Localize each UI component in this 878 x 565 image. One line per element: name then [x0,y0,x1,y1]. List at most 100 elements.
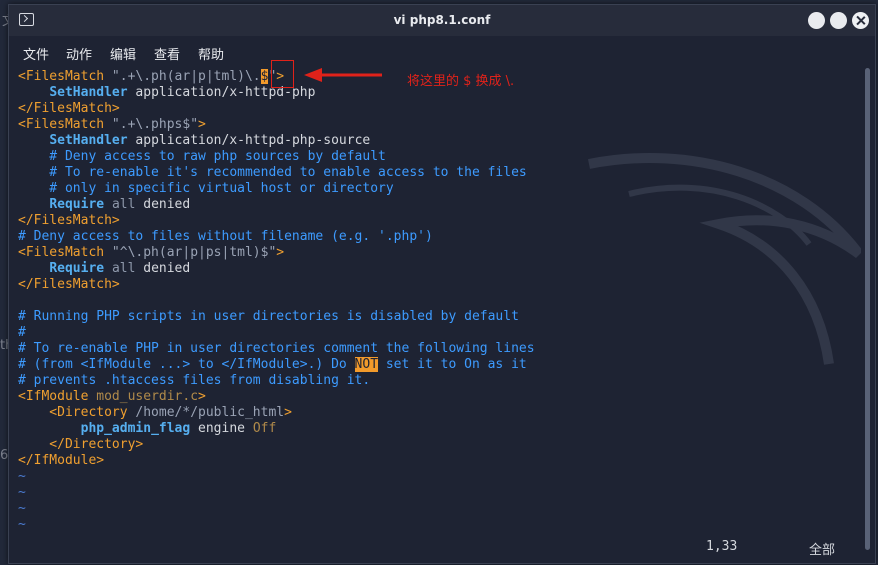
code-token: # (from <IfModule ...> to </IfModule>.) … [18,357,355,372]
code-token: > [284,405,292,420]
cursor-position: 1,33 [706,539,738,554]
scroll-position: 全部 [809,543,836,558]
code-token: > [198,389,206,404]
code-token: SetHandler [49,85,128,100]
code-token: set it to On as it [378,357,527,372]
code-token: ~ [18,501,26,516]
scrollbar-thumb[interactable] [865,68,870,550]
code-token: NOT [354,357,379,372]
kali-dragon-watermark [588,153,861,365]
code-line: # To re-enable it's recommended to enabl… [18,165,527,181]
code-line: </FilesMatch> [18,213,120,229]
code-line: ~ [18,501,26,517]
terminal-content[interactable]: <FilesMatch ".+\.ph(ar|p|tml)\.$"> SetHa… [9,64,861,561]
minimize-button[interactable] [808,12,825,29]
code-line: # only in specific virtual host or direc… [18,181,394,197]
scrollbar[interactable] [861,64,875,561]
code-line: </FilesMatch> [18,277,120,293]
code-token: Require [49,197,105,212]
code-token: Off [252,421,277,436]
code-line: <FilesMatch ".+\.ph(ar|p|tml)\.$"> [18,69,284,85]
menu-help[interactable]: 帮助 [198,44,224,63]
code-token: <FilesMatch [18,69,112,84]
code-token: mod_userdir.c [96,389,199,404]
code-line: <FilesMatch "^\.ph(ar|p|ps|tml)$"> [18,245,284,261]
code-token: /home/*/public_html [135,405,285,420]
annotation-text: 将这里的 $ 换成 \. [407,74,515,89]
code-line: # prevents .htaccess files from disablin… [18,373,370,389]
code-token: all [111,261,136,276]
code-line: ~ [18,517,26,533]
code-token: <IfModule [18,389,97,404]
code-token: ~ [18,517,26,532]
code-line: # Running PHP scripts in user directorie… [18,309,519,325]
code-token: # [18,325,26,340]
code-token: denied [135,261,191,276]
code-token: ~ [18,485,26,500]
code-token: # Deny access to raw php sources by defa… [18,149,386,164]
code-token: application/x-httpd-php-source [127,133,371,148]
code-line: # Deny access to files without filename … [18,229,433,245]
window-title: vi php8.1.conf [393,13,491,27]
code-token: ".+\.phps$" [111,117,199,132]
code-line: Require all denied [18,197,190,213]
menu-view[interactable]: 查看 [154,44,180,63]
code-line: SetHandler application/x-httpd-php-sourc… [18,133,370,149]
code-line: # To re-enable PHP in user directories c… [18,341,535,357]
red-arrow-icon [304,68,382,82]
highlight-box [271,60,294,88]
code-line: Require all denied [18,261,190,277]
close-button[interactable] [852,12,869,29]
code-line: </Directory> [18,437,143,453]
code-token: # Running PHP scripts in user directorie… [18,309,519,324]
code-token: denied [135,197,191,212]
code-token: all [111,197,136,212]
code-line: <Directory /home/*/public_html> [18,405,292,421]
code-token: # To re-enable it's recommended to enabl… [18,165,527,180]
code-line: # [18,325,26,341]
code-token: ".+\.ph(ar|p|tml)\. [111,69,261,84]
code-token: # Deny access to files without filename … [18,229,433,244]
code-token: # only in specific virtual host or direc… [18,181,394,196]
code-token: </IfModule> [18,453,105,468]
code-token: > [198,117,206,132]
code-token: engine [190,421,253,436]
code-line: <FilesMatch ".+\.phps$"> [18,117,206,133]
code-token: SetHandler [49,133,128,148]
titlebar[interactable]: vi php8.1.conf [9,5,875,36]
menu-file[interactable]: 文件 [23,44,49,63]
code-line: </FilesMatch> [18,101,120,117]
code-token: # To re-enable PHP in user directories c… [18,341,535,356]
code-line: ~ [18,485,26,501]
code-token: php_admin_flag [80,421,191,436]
code-token: <FilesMatch [18,245,112,260]
code-line: php_admin_flag engine Off [18,421,277,437]
code-token: </FilesMatch> [18,101,120,116]
menu-action[interactable]: 动作 [66,44,92,63]
menu-edit[interactable]: 编辑 [110,44,136,63]
code-token: # prevents .htaccess files from disablin… [18,373,371,388]
code-token: "^\.ph(ar|p|ps|tml)$" [111,245,277,260]
code-token: ~ [18,469,26,484]
code-token: Require [49,261,105,276]
maximize-button[interactable] [830,12,847,29]
menubar: 文件 动作 编辑 查看 帮助 [9,36,875,64]
code-line: # Deny access to raw php sources by defa… [18,149,386,165]
code-token: </FilesMatch> [18,277,120,292]
code-line: </IfModule> [18,453,104,469]
code-line: # (from <IfModule ...> to </IfModule>.) … [18,357,527,373]
code-token: </FilesMatch> [18,213,120,228]
code-line: <IfModule mod_userdir.c> [18,389,206,405]
terminal-window: vi php8.1.conf 文件 动作 编辑 查看 帮助 <FilesMatc… [8,4,876,564]
code-token: > [276,245,285,260]
code-token: <FilesMatch [18,117,112,132]
code-token: <Directory [18,405,136,420]
code-line: ~ [18,469,26,485]
